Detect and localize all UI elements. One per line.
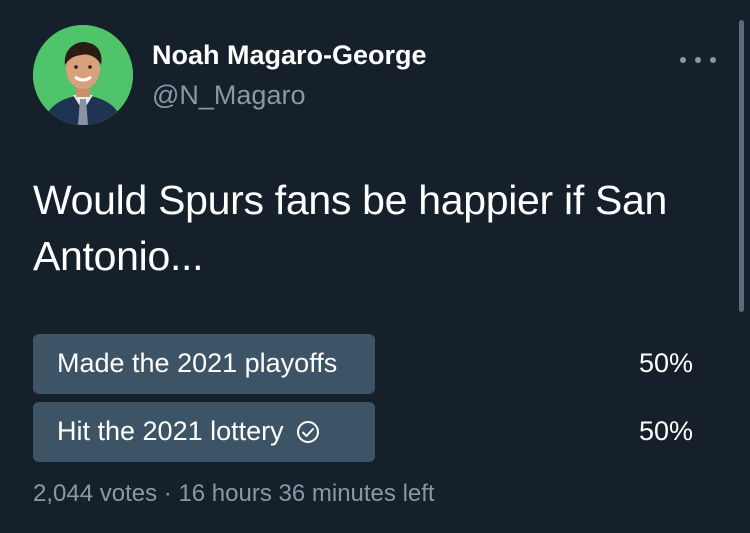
poll-meta: 2,044 votes · 16 hours 36 minutes left — [33, 480, 435, 508]
poll-option-1[interactable]: Made the 2021 playoffs 50% — [33, 334, 713, 394]
poll-meta-separator: · — [163, 480, 172, 507]
more-options-icon[interactable] — [680, 50, 716, 70]
avatar[interactable] — [33, 25, 133, 125]
check-circle-icon — [296, 420, 319, 443]
poll-option-percent: 50% — [638, 416, 693, 446]
tweet-text: Would Spurs fans be happier if San Anton… — [33, 177, 668, 279]
poll-vote-count: 2,044 votes — [33, 480, 158, 507]
more-dot — [710, 57, 716, 63]
tweet-card: Noah Magaro-George @N_Magaro Would Spurs… — [0, 0, 750, 533]
avatar-image — [33, 25, 133, 125]
author-display-name[interactable]: Noah Magaro-George — [152, 40, 427, 71]
scrollbar[interactable] — [739, 20, 744, 312]
author-handle[interactable]: @N_Magaro — [152, 80, 305, 111]
poll-option-2[interactable]: Hit the 2021 lottery 50% — [33, 402, 713, 462]
poll-option-label: Made the 2021 playoffs — [57, 348, 337, 379]
poll-option-text: Hit the 2021 lottery — [57, 416, 284, 446]
poll-option-percent: 50% — [638, 348, 693, 378]
more-dot — [695, 57, 701, 63]
more-dot — [680, 57, 686, 63]
poll-option-label: Hit the 2021 lottery — [57, 416, 320, 447]
poll-time-left: 16 hours 36 minutes left — [178, 480, 435, 507]
poll-option-text: Made the 2021 playoffs — [57, 348, 338, 378]
